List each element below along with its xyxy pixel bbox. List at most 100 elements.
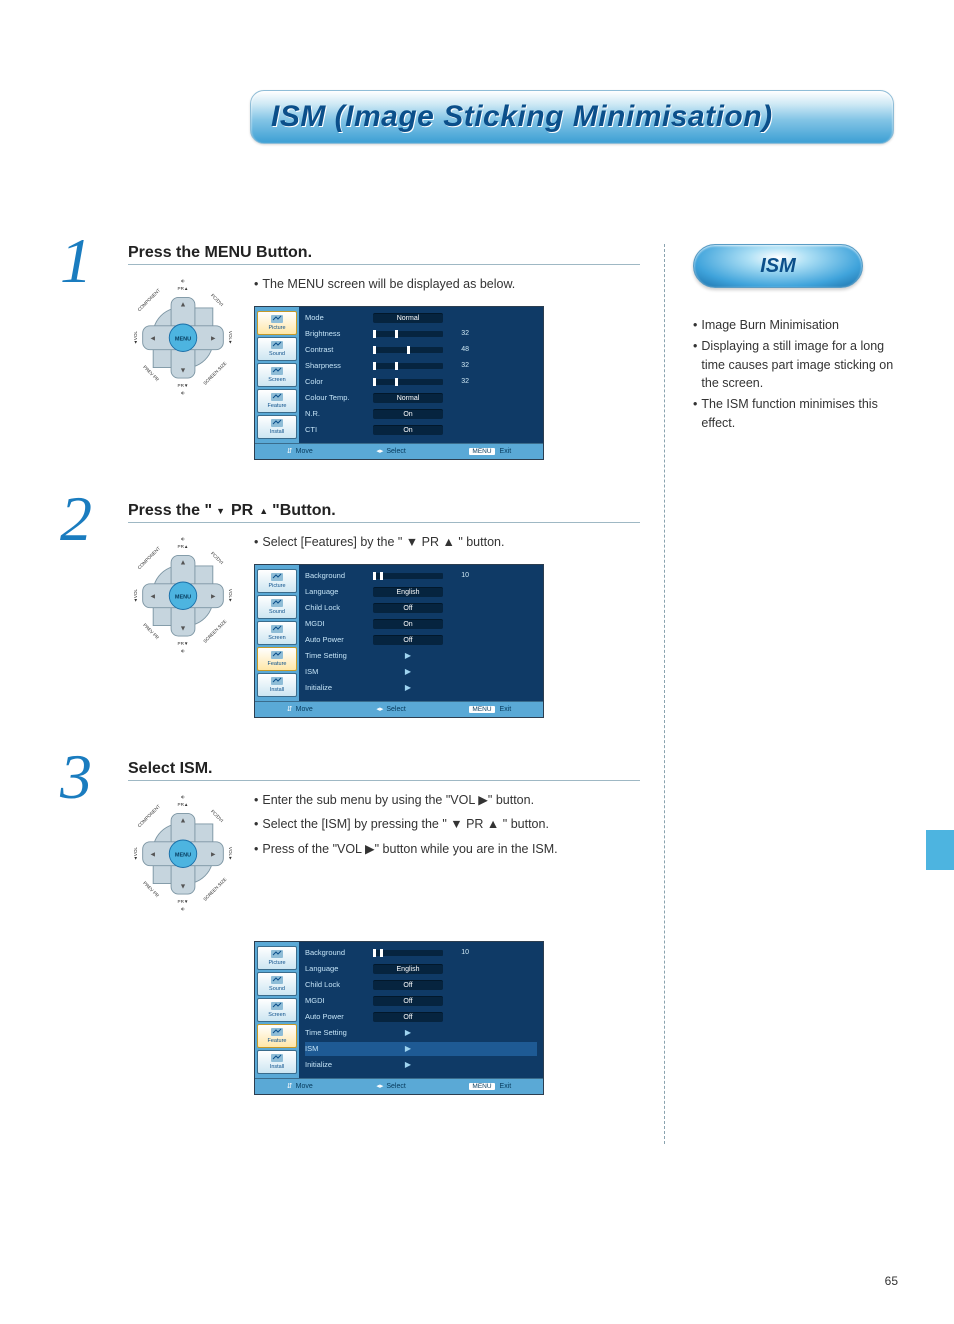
remote-dpad: ⎆ PR▲ PR▼ ⎆ COMPONENT PC/DVI PREV PR SCR… bbox=[128, 275, 238, 395]
osd-row[interactable]: ModeNormal bbox=[305, 311, 537, 325]
osd-value[interactable]: On bbox=[373, 619, 443, 629]
svg-text:PR▲: PR▲ bbox=[178, 802, 189, 807]
svg-text:⎆: ⎆ bbox=[181, 279, 185, 284]
osd-slider[interactable] bbox=[373, 379, 443, 385]
osd-row[interactable]: Auto PowerOff bbox=[305, 633, 537, 647]
osd-row[interactable]: Contrast 48 bbox=[305, 343, 537, 357]
svg-text:⎆: ⎆ bbox=[181, 794, 185, 799]
osd-value[interactable]: Normal bbox=[373, 313, 443, 323]
osd-value[interactable]: English bbox=[373, 587, 443, 597]
osd-category-install[interactable]: Install bbox=[257, 1050, 297, 1074]
osd-row-label: MGDI bbox=[305, 996, 367, 1005]
osd-slider[interactable] bbox=[373, 347, 443, 353]
osd-category-sound[interactable]: Sound bbox=[257, 972, 297, 996]
osd-slider[interactable] bbox=[373, 573, 443, 579]
svg-text:⎆: ⎆ bbox=[181, 391, 185, 395]
svg-text:⎆: ⎆ bbox=[181, 648, 185, 652]
osd-row-label: CTI bbox=[305, 425, 367, 434]
osd-category-install[interactable]: Install bbox=[257, 415, 297, 439]
osd-category-strip: Picture Sound Screen Feature Install bbox=[255, 942, 299, 1078]
svg-text:PR▲: PR▲ bbox=[178, 544, 189, 549]
osd-row[interactable]: Time Setting▶ bbox=[305, 1026, 537, 1040]
svg-text:PR▼: PR▼ bbox=[178, 899, 189, 904]
osd-row[interactable]: LanguageEnglish bbox=[305, 585, 537, 599]
osd-row-label: Color bbox=[305, 377, 367, 386]
osd-row[interactable]: Color32 bbox=[305, 375, 537, 389]
osd-slider[interactable] bbox=[373, 950, 443, 956]
osd-row[interactable]: Initialize▶ bbox=[305, 1058, 537, 1072]
svg-text:MENU: MENU bbox=[175, 594, 191, 600]
osd-hint-select: ◂▸ Select bbox=[376, 1082, 406, 1090]
osd-row[interactable]: Child LockOff bbox=[305, 601, 537, 615]
osd-value[interactable]: Off bbox=[373, 1012, 443, 1022]
osd-row[interactable]: Sharpness32 bbox=[305, 359, 537, 373]
osd-category-picture[interactable]: Picture bbox=[257, 311, 297, 335]
osd-row[interactable]: MGDI Off bbox=[305, 994, 537, 1008]
osd-value[interactable]: Normal bbox=[373, 393, 443, 403]
osd-slider-value: 48 bbox=[449, 346, 469, 353]
osd-category-picture[interactable]: Picture bbox=[257, 946, 297, 970]
osd-category-screen[interactable]: Screen bbox=[257, 363, 297, 387]
osd-footer: ⇵ Move ◂▸ Select MENU Exit bbox=[255, 701, 543, 717]
osd-slider-value: 32 bbox=[449, 362, 469, 369]
svg-text:MENU: MENU bbox=[175, 852, 191, 858]
osd-value[interactable]: Off bbox=[373, 980, 443, 990]
osd-category-feature[interactable]: Feature bbox=[257, 647, 297, 671]
osd-hint-select: ◂▸ Select bbox=[376, 705, 406, 713]
osd-hint-move: ⇵ Move bbox=[287, 705, 313, 713]
osd-row[interactable]: Colour Temp.Normal bbox=[305, 391, 537, 405]
osd-row-label: ISM bbox=[305, 1044, 367, 1053]
osd-row[interactable]: Brightness32 bbox=[305, 327, 537, 341]
osd-row[interactable]: Background10 bbox=[305, 569, 537, 583]
submenu-arrow-icon[interactable]: ▶ bbox=[373, 1060, 443, 1069]
osd-row[interactable]: LanguageEnglish bbox=[305, 962, 537, 976]
osd-slider[interactable] bbox=[373, 331, 443, 337]
osd-category-sound[interactable]: Sound bbox=[257, 337, 297, 361]
submenu-arrow-icon[interactable]: ▶ bbox=[373, 683, 443, 692]
osd-row[interactable]: ISM▶ bbox=[305, 665, 537, 679]
osd-category-sound[interactable]: Sound bbox=[257, 595, 297, 619]
svg-text:►: ► bbox=[210, 849, 217, 858]
svg-text:◄VOL: ◄VOL bbox=[133, 846, 138, 860]
step-note: •Enter the sub menu by using the "VOL ▶"… bbox=[254, 791, 640, 810]
osd-value[interactable]: On bbox=[373, 425, 443, 435]
osd-slider-value: 32 bbox=[449, 330, 469, 337]
step-heading: Press the " ▼PR▲ "Button. bbox=[128, 502, 640, 523]
osd-value[interactable]: Off bbox=[373, 635, 443, 645]
osd-category-feature[interactable]: Feature bbox=[257, 389, 297, 413]
osd-row[interactable]: MGDIOn bbox=[305, 617, 537, 631]
osd-slider[interactable] bbox=[373, 363, 443, 369]
step-1: 1 Press the MENU Button. ⎆ PR▲ PR▼ ⎆ COM… bbox=[60, 244, 640, 460]
submenu-arrow-icon[interactable]: ▶ bbox=[373, 1044, 443, 1053]
osd-value[interactable]: Off bbox=[373, 996, 443, 1006]
osd-row[interactable]: Time Setting▶ bbox=[305, 649, 537, 663]
side-panel: ISM •Image Burn Minimisation•Displaying … bbox=[664, 244, 894, 1144]
osd-value[interactable]: On bbox=[373, 409, 443, 419]
step-note: •Press of the "VOL ▶" button while you a… bbox=[254, 840, 640, 859]
osd-category-feature[interactable]: Feature bbox=[257, 1024, 297, 1048]
osd-category-install[interactable]: Install bbox=[257, 673, 297, 697]
step-number: 3 bbox=[60, 740, 92, 814]
remote-dpad: ⎆ PR▲ PR▼ ⎆ COMPONENT PC/DVI PREV PR SCR… bbox=[128, 533, 238, 653]
osd-screenshot: Picture Sound Screen Feature Install Bac… bbox=[254, 564, 544, 718]
osd-row[interactable]: Child LockOff bbox=[305, 978, 537, 992]
submenu-arrow-icon[interactable]: ▶ bbox=[373, 1028, 443, 1037]
svg-text:SCREEN SIZE: SCREEN SIZE bbox=[202, 619, 227, 644]
osd-category-screen[interactable]: Screen bbox=[257, 998, 297, 1022]
osd-category-screen[interactable]: Screen bbox=[257, 621, 297, 645]
osd-value[interactable]: English bbox=[373, 964, 443, 974]
osd-value[interactable]: Off bbox=[373, 603, 443, 613]
osd-row-label: Contrast bbox=[305, 345, 367, 354]
osd-row[interactable]: Auto PowerOff bbox=[305, 1010, 537, 1024]
svg-text:VOL►: VOL► bbox=[228, 331, 233, 345]
step-3: 3 Select ISM. ⎆ PR▲ PR▼ ⎆ COMPONENT PC/D… bbox=[60, 760, 640, 1095]
osd-row[interactable]: CTI On bbox=[305, 423, 537, 437]
submenu-arrow-icon[interactable]: ▶ bbox=[373, 651, 443, 660]
osd-row[interactable]: N.R.On bbox=[305, 407, 537, 421]
osd-row[interactable]: Initialize▶ bbox=[305, 681, 537, 695]
step-heading: Select ISM. bbox=[128, 760, 640, 781]
submenu-arrow-icon[interactable]: ▶ bbox=[373, 667, 443, 676]
osd-row[interactable]: Background10 bbox=[305, 946, 537, 960]
osd-category-picture[interactable]: Picture bbox=[257, 569, 297, 593]
osd-row[interactable]: ISM ▶ bbox=[305, 1042, 537, 1056]
